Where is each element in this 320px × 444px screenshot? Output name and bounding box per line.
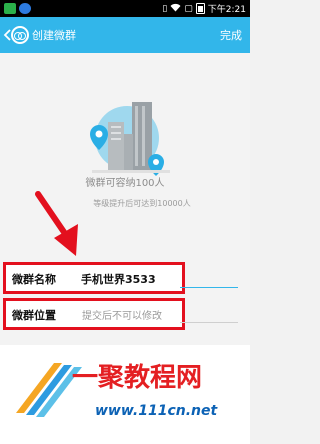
app-notification-icon xyxy=(4,3,16,14)
watermark-title: 一聚教程网 xyxy=(72,363,203,393)
notification-icons xyxy=(4,3,31,14)
status-icons: ▯ ▢ 下午2:21 xyxy=(162,2,246,15)
chevron-left-icon xyxy=(3,29,11,41)
back-button[interactable] xyxy=(3,23,29,47)
app-logo-icon xyxy=(11,26,29,44)
group-location-field[interactable]: 微群位置 提交后不可以修改 xyxy=(3,298,185,330)
status-time: 下午2:21 xyxy=(207,5,246,15)
page-title: 创建微群 xyxy=(32,29,76,42)
watermark-url: www.111cn.net xyxy=(95,403,218,419)
assistant-notification-icon xyxy=(19,3,31,14)
group-location-label: 微群位置 xyxy=(12,309,56,322)
group-name-field[interactable]: 微群名称 手机世界3533 xyxy=(3,262,185,294)
city-location-illustration xyxy=(90,102,170,176)
vibrate-icon: ▯ xyxy=(162,3,168,14)
group-name-underline xyxy=(180,287,238,288)
group-location-input[interactable]: 提交后不可以修改 xyxy=(82,307,162,322)
battery-icon xyxy=(195,3,205,14)
watermark: 一聚教程网 www.111cn.net xyxy=(0,345,250,444)
group-location-underline xyxy=(180,322,238,323)
no-sim-icon: ▢ xyxy=(184,3,193,14)
done-button[interactable]: 完成 xyxy=(220,27,242,43)
group-name-label: 微群名称 xyxy=(12,273,56,286)
title-bar: 创建微群 完成 xyxy=(0,17,250,53)
wifi-icon xyxy=(170,3,181,15)
status-bar: ▯ ▢ 下午2:21 xyxy=(0,0,250,17)
group-name-input[interactable]: 手机世界3533 xyxy=(81,271,156,287)
annotation-arrow-icon xyxy=(35,191,78,256)
capacity-text: 微群可容纳100人 xyxy=(85,178,165,189)
